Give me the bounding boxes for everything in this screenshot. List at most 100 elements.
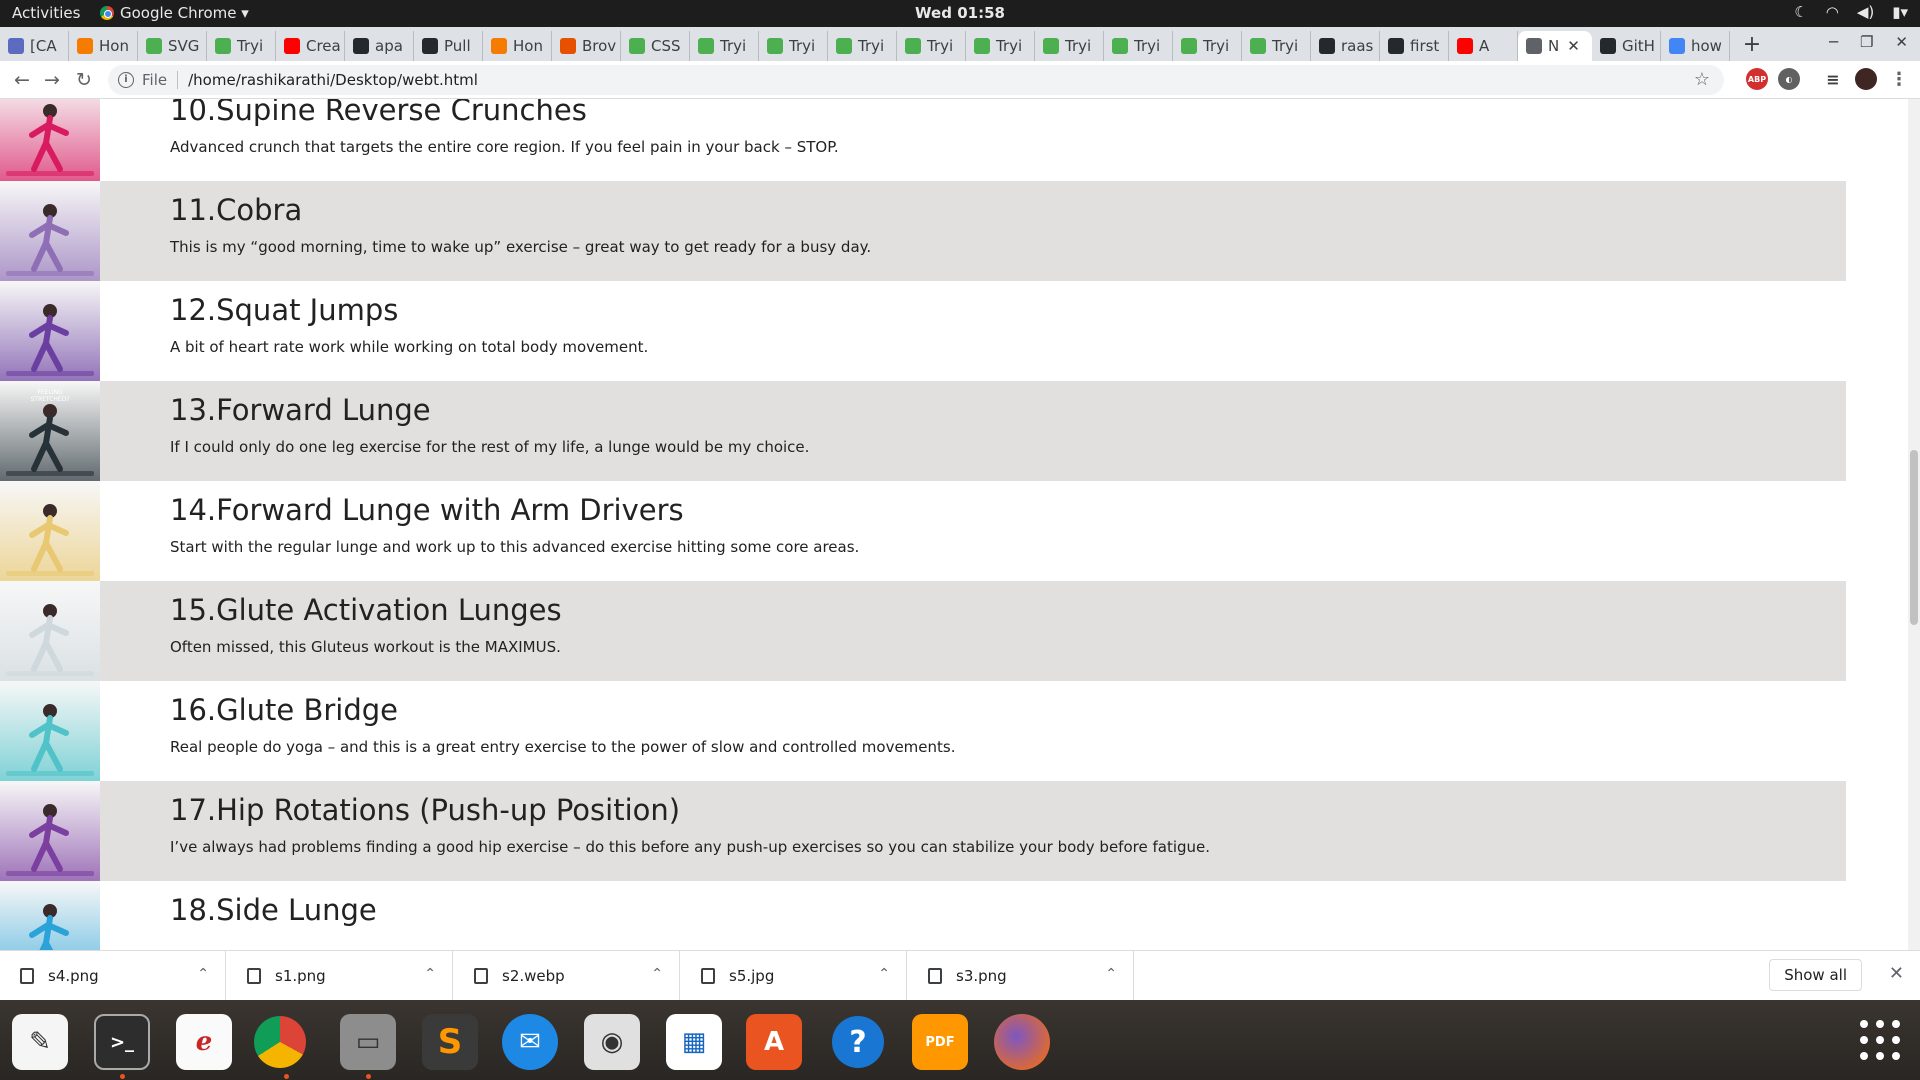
back-arrow-icon[interactable]: ← bbox=[14, 69, 30, 91]
tab[interactable]: Tryi bbox=[759, 31, 828, 61]
software-center-icon[interactable]: A bbox=[746, 1014, 802, 1070]
youtube-icon bbox=[284, 38, 300, 54]
reload-icon[interactable]: ↻ bbox=[76, 69, 92, 91]
download-item[interactable]: s2.webp ⌃ bbox=[454, 951, 680, 1001]
extension-icon[interactable]: ◐ bbox=[1778, 68, 1800, 90]
exercise-item: 16.Glute Bridge Real people do yoga – and… bbox=[0, 681, 1846, 781]
exercise-title: 13.Forward Lunge bbox=[170, 393, 431, 427]
tab[interactable]: Tryi bbox=[1242, 31, 1311, 61]
github-icon bbox=[1319, 38, 1335, 54]
new-tab-button[interactable]: + bbox=[1738, 32, 1766, 57]
close-window-icon[interactable]: ✕ bbox=[1895, 33, 1908, 51]
url-text[interactable]: /home/rashikarathi/Desktop/webt.html bbox=[188, 71, 478, 89]
tab-label: Hon bbox=[513, 37, 543, 55]
w3-icon bbox=[698, 38, 714, 54]
tab-active[interactable]: N ✕ bbox=[1518, 31, 1592, 61]
forward-arrow-icon[interactable]: → bbox=[44, 69, 60, 91]
tab[interactable]: Pull bbox=[414, 31, 483, 61]
tab[interactable]: Tryi bbox=[1173, 31, 1242, 61]
show-applications-icon[interactable] bbox=[1856, 1016, 1904, 1064]
page-scrollbar[interactable] bbox=[1908, 99, 1920, 950]
bookmark-star-icon[interactable]: ☆ bbox=[1694, 69, 1710, 90]
chevron-up-icon[interactable]: ⌃ bbox=[1105, 966, 1117, 982]
tab[interactable]: Tryi bbox=[828, 31, 897, 61]
tab[interactable]: Hon bbox=[483, 31, 552, 61]
w3-icon bbox=[1112, 38, 1128, 54]
firefox-icon[interactable] bbox=[994, 1014, 1050, 1070]
clock[interactable]: Wed 01:58 bbox=[0, 4, 1920, 22]
sublime-text-icon[interactable]: S bbox=[422, 1014, 478, 1070]
address-bar[interactable]: i File /home/rashikarathi/Desktop/webt.h… bbox=[108, 65, 1724, 95]
tab-label: Brov bbox=[582, 37, 617, 55]
exercise-description: Advanced crunch that targets the entire … bbox=[170, 138, 839, 156]
chevron-up-icon[interactable]: ⌃ bbox=[197, 966, 209, 982]
w3-icon bbox=[905, 38, 921, 54]
exercise-thumbnail bbox=[0, 99, 100, 181]
chrome-icon bbox=[100, 6, 114, 20]
menu-kebab-icon[interactable]: ⋮ bbox=[1888, 68, 1910, 90]
system-tray[interactable]: ☾ ◠ ◀) ▮▾ bbox=[1794, 3, 1908, 21]
exercise-title: 10.Supine Reverse Crunches bbox=[170, 99, 587, 127]
download-item[interactable]: s5.jpg ⌃ bbox=[681, 951, 907, 1001]
tab[interactable]: GitH bbox=[1592, 31, 1661, 61]
tab-label: Tryi bbox=[1203, 37, 1230, 55]
tab[interactable]: raas bbox=[1311, 31, 1380, 61]
terminal-icon[interactable]: >_ bbox=[94, 1014, 150, 1070]
tab[interactable]: A bbox=[1449, 31, 1518, 61]
tab[interactable]: Tryi bbox=[1035, 31, 1104, 61]
exercise-thumbnail bbox=[0, 581, 100, 681]
tab[interactable]: SVG bbox=[138, 31, 207, 61]
app-menu-label: Google Chrome ▾ bbox=[120, 4, 249, 22]
info-icon[interactable]: i bbox=[118, 72, 134, 88]
activities-button[interactable]: Activities bbox=[12, 4, 80, 22]
chevron-up-icon[interactable]: ⌃ bbox=[878, 966, 890, 982]
tab[interactable]: [CA bbox=[0, 31, 69, 61]
scrollbar-thumb[interactable] bbox=[1910, 450, 1918, 625]
tab-label: [CA bbox=[30, 37, 57, 55]
github-icon bbox=[1600, 38, 1616, 54]
tab[interactable]: Crea bbox=[276, 31, 345, 61]
tab[interactable]: Hon bbox=[69, 31, 138, 61]
exercise-item: 15.Glute Activation Lunges Often missed, … bbox=[0, 581, 1846, 681]
tab[interactable]: Tryi bbox=[897, 31, 966, 61]
app-menu[interactable]: Google Chrome ▾ bbox=[100, 4, 249, 22]
swirl-icon bbox=[77, 38, 93, 54]
chrome-dock-icon[interactable] bbox=[254, 1016, 306, 1068]
tab[interactable]: Brov bbox=[552, 31, 621, 61]
help-icon[interactable]: ? bbox=[832, 1016, 884, 1068]
tab[interactable]: Tryi bbox=[207, 31, 276, 61]
w3-icon bbox=[836, 38, 852, 54]
wifi-icon: ◠ bbox=[1825, 3, 1839, 21]
text-editor-icon[interactable]: ✎ bbox=[12, 1014, 68, 1070]
tab[interactable]: CSS bbox=[621, 31, 690, 61]
tab[interactable]: how bbox=[1661, 31, 1730, 61]
tab[interactable]: Tryi bbox=[966, 31, 1035, 61]
tab[interactable]: first bbox=[1380, 31, 1449, 61]
tab[interactable]: apa bbox=[345, 31, 414, 61]
office-icon[interactable]: ℯ bbox=[176, 1014, 232, 1070]
adblock-extension-icon[interactable]: ABP bbox=[1746, 68, 1768, 90]
files-icon[interactable]: ▭ bbox=[340, 1014, 396, 1070]
thunderbird-icon[interactable]: ✉ bbox=[502, 1014, 558, 1070]
download-item[interactable]: s3.png ⌃ bbox=[908, 951, 1134, 1001]
minimize-icon[interactable]: ─ bbox=[1829, 33, 1838, 51]
exercise-thumbnail bbox=[0, 281, 100, 381]
tab-close-icon[interactable]: ✕ bbox=[1567, 37, 1580, 55]
close-icon[interactable]: ✕ bbox=[1889, 963, 1904, 984]
volume-icon: ◀) bbox=[1856, 3, 1875, 21]
download-item[interactable]: s4.png ⌃ bbox=[0, 951, 226, 1001]
media-control-icon[interactable]: ≡ bbox=[1822, 68, 1844, 90]
pdf-app-icon[interactable]: PDF bbox=[912, 1014, 968, 1070]
system-top-bar: Activities Google Chrome ▾ Wed 01:58 ☾ ◠… bbox=[0, 0, 1920, 27]
restore-icon[interactable]: ❐ bbox=[1860, 33, 1873, 51]
profile-avatar[interactable] bbox=[1855, 68, 1877, 90]
chevron-up-icon[interactable]: ⌃ bbox=[651, 966, 663, 982]
download-item[interactable]: s1.png ⌃ bbox=[227, 951, 453, 1001]
tab[interactable]: Tryi bbox=[1104, 31, 1173, 61]
rhythmbox-icon[interactable]: ◉ bbox=[584, 1014, 640, 1070]
file-icon bbox=[20, 968, 34, 984]
tab[interactable]: Tryi bbox=[690, 31, 759, 61]
show-all-downloads-button[interactable]: Show all bbox=[1769, 959, 1862, 991]
image-viewer-icon[interactable]: ▦ bbox=[666, 1014, 722, 1070]
chevron-up-icon[interactable]: ⌃ bbox=[424, 966, 436, 982]
